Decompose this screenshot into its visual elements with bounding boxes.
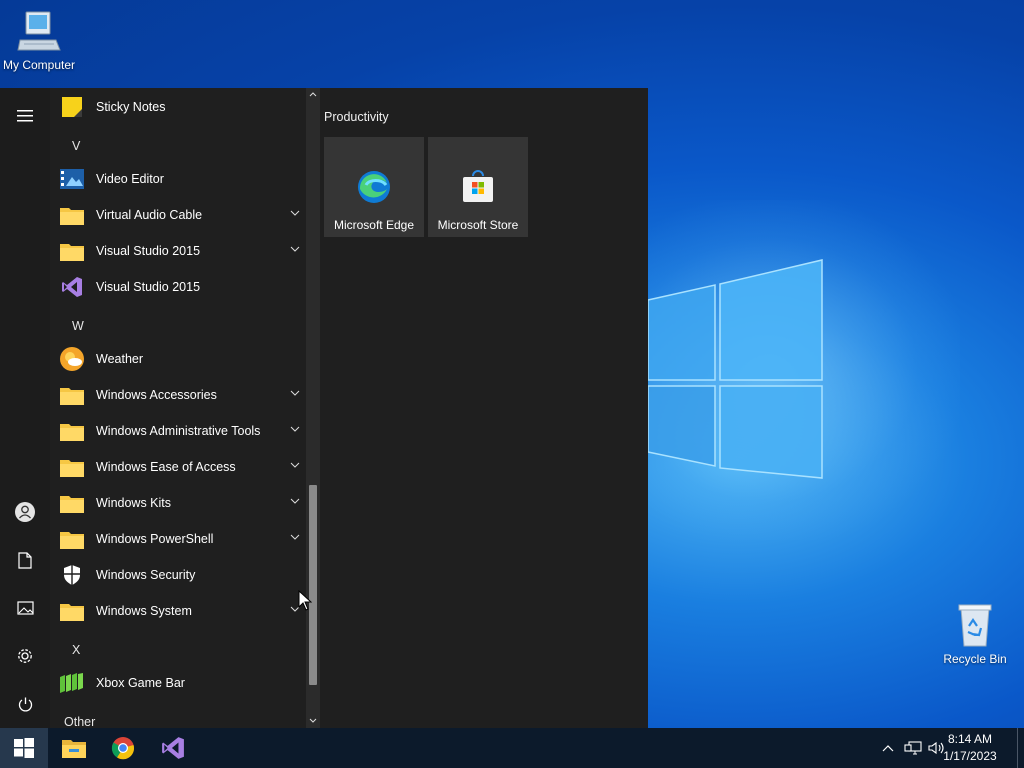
taskbar-clock[interactable]: 8:14 AM 1/17/2023 [930,731,1010,765]
power-icon[interactable] [0,684,50,724]
app-label: Visual Studio 2015 [96,244,201,258]
pictures-icon[interactable] [0,588,50,628]
shield-icon [60,563,84,587]
store-icon [458,167,498,207]
mouse-cursor-icon [298,590,312,611]
taskbar-file-explorer[interactable] [50,728,98,768]
app-item-sticky-notes[interactable]: Sticky Notes [60,89,306,125]
app-label: Windows System [96,604,192,618]
documents-icon[interactable] [0,540,50,580]
file-explorer-icon [62,740,86,758]
computer-icon [17,11,61,51]
section-letter[interactable]: Other [64,715,95,728]
desktop-icon-label: Recycle Bin [943,652,1007,666]
visual-studio-icon [162,737,184,759]
app-folder-visual-studio-2015[interactable]: Visual Studio 2015 [60,233,306,269]
app-folder-windows-accessories[interactable]: Windows Accessories [60,377,306,413]
folder-icon [60,491,84,515]
start-button[interactable] [0,728,48,768]
app-label: Windows Security [96,568,196,582]
folder-icon [60,455,84,479]
app-label: Windows PowerShell [96,532,214,546]
folder-icon [60,383,84,407]
app-folder-virtual-audio-cable[interactable]: Virtual Audio Cable [60,197,306,233]
scrollbar-thumb[interactable] [309,485,317,685]
start-rail [0,88,50,728]
start-menu: Sticky Notes V Video Editor Virtual Audi… [0,88,648,728]
folder-icon [60,527,84,551]
app-list: Sticky Notes V Video Editor Virtual Audi… [50,88,306,728]
network-icon [904,741,922,755]
app-label: Visual Studio 2015 [96,280,201,294]
app-label: Weather [96,352,144,366]
app-folder-windows-ease-of-access[interactable]: Windows Ease of Access [60,449,306,485]
hamburger-menu-icon[interactable] [0,96,50,136]
tile-label: Microsoft Edge [333,218,415,232]
desktop-icon-label: My Computer [2,58,76,72]
video-editor-icon [60,167,84,191]
user-icon[interactable] [0,492,50,532]
tile-microsoft-store[interactable]: Microsoft Store [428,137,528,237]
weather-icon [60,347,84,371]
network-tray-button[interactable] [902,728,924,768]
app-list-scrollbar[interactable] [306,88,320,728]
tiles-pane: Productivity Microsoft Edge Microsoft St… [320,88,648,728]
xbox-game-bar-icon [60,671,84,695]
app-item-xbox-game-bar[interactable]: Xbox Game Bar [60,665,306,701]
folder-icon [60,203,84,227]
app-label: Sticky Notes [96,100,166,114]
tile-label: Microsoft Store [437,218,519,232]
app-label: Windows Accessories [96,388,217,402]
app-label: Video Editor [96,172,164,186]
chrome-icon [111,737,135,760]
show-desktop-button[interactable] [1017,728,1024,768]
desktop-icon-recycle-bin[interactable]: Recycle Bin [930,602,1020,666]
sticky-notes-icon [60,95,84,119]
recycle-bin-icon [958,604,992,647]
desktop-icon-my-computer[interactable]: My Computer [0,10,84,72]
chevron-down-icon [290,246,300,252]
folder-icon [60,599,84,623]
app-folder-windows-kits[interactable]: Windows Kits [60,485,306,521]
chevron-down-icon [290,390,300,396]
app-folder-windows-administrative-tools[interactable]: Windows Administrative Tools [60,413,306,449]
chevron-down-icon [290,426,300,432]
edge-icon [354,167,394,207]
app-item-video-editor[interactable]: Video Editor [60,161,306,197]
folder-icon [60,239,84,263]
app-label: Xbox Game Bar [96,676,185,690]
app-item-weather[interactable]: Weather [60,341,306,377]
show-hidden-icons-button[interactable] [879,728,897,768]
taskbar-visual-studio[interactable] [149,728,197,768]
taskbar-chrome[interactable] [99,728,147,768]
tile-group-title[interactable]: Productivity [324,110,389,124]
app-label: Virtual Audio Cable [96,208,203,222]
app-label: Windows Kits [96,496,172,510]
app-item-windows-security[interactable]: Windows Security [60,557,306,593]
clock-time: 8:14 AM [947,732,993,746]
visual-studio-icon [60,275,84,299]
app-item-visual-studio-2015[interactable]: Visual Studio 2015 [60,269,306,305]
taskbar: 8:14 AM 1/17/2023 [0,728,1024,768]
app-label: Windows Administrative Tools [96,424,261,438]
scroll-up-icon[interactable] [309,91,317,97]
app-label: Windows Ease of Access [96,460,236,474]
settings-gear-icon[interactable] [0,636,50,676]
section-letter[interactable]: V [72,139,80,153]
clock-date: 1/17/2023 [943,749,997,763]
chevron-down-icon [290,498,300,504]
scroll-down-icon[interactable] [309,718,317,724]
chevron-down-icon [290,462,300,468]
section-letter[interactable]: X [72,643,80,657]
chevron-up-icon [882,745,894,752]
chevron-down-icon [290,210,300,216]
section-letter[interactable]: W [72,319,84,333]
windows-logo-icon [14,738,34,758]
app-folder-windows-powershell[interactable]: Windows PowerShell [60,521,306,557]
tile-microsoft-edge[interactable]: Microsoft Edge [324,137,424,237]
folder-icon [60,419,84,443]
app-folder-windows-system[interactable]: Windows System [60,593,306,629]
chevron-down-icon [290,534,300,540]
